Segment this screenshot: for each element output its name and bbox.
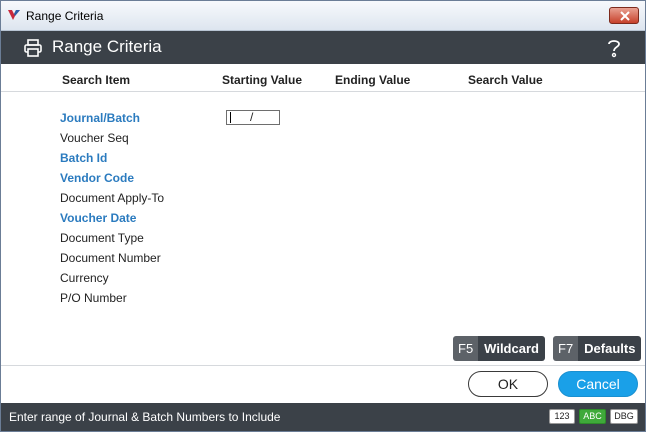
text-caret (230, 112, 231, 123)
page-title: Range Criteria (52, 37, 162, 56)
item-voucher-date[interactable]: Voucher Date (60, 211, 136, 225)
item-voucher-seq[interactable]: Voucher Seq (60, 131, 129, 145)
item-document-apply-to[interactable]: Document Apply-To (60, 191, 164, 205)
printer-icon[interactable] (23, 38, 43, 58)
item-vendor-code[interactable]: Vendor Code (60, 171, 134, 185)
status-message: Enter range of Journal & Batch Numbers t… (9, 410, 281, 424)
close-button[interactable] (609, 7, 639, 24)
footer-divider (1, 365, 645, 366)
alpha-mode-badge[interactable]: ABC (579, 409, 606, 424)
item-po-number[interactable]: P/O Number (60, 291, 127, 305)
journal-batch-start-value: / (250, 110, 254, 124)
app-logo-icon (8, 10, 20, 20)
item-document-number[interactable]: Document Number (60, 251, 161, 265)
column-header-search-value: Search Value (468, 73, 543, 87)
close-icon (620, 11, 630, 21)
numeric-mode-badge[interactable]: 123 (549, 409, 575, 424)
window-title: Range Criteria (26, 9, 104, 23)
range-criteria-window: Range Criteria Range Criteria Search Ite… (0, 0, 646, 432)
item-document-type[interactable]: Document Type (60, 231, 144, 245)
column-header-ending-value: Ending Value (335, 73, 411, 87)
wildcard-label: Wildcard (478, 336, 545, 361)
defaults-key: F7 (553, 336, 579, 361)
status-bar: Enter range of Journal & Batch Numbers t… (1, 403, 645, 431)
header-divider (1, 91, 645, 92)
defaults-button[interactable]: F7 Defaults (553, 336, 642, 361)
journal-batch-start-input[interactable]: / (226, 110, 280, 125)
item-currency[interactable]: Currency (60, 271, 109, 285)
wildcard-key: F5 (453, 336, 479, 361)
ok-button[interactable]: OK (468, 371, 548, 397)
column-header-starting-value: Starting Value (222, 73, 303, 87)
dialog-header: Range Criteria (1, 31, 645, 64)
item-batch-id[interactable]: Batch Id (60, 151, 107, 165)
defaults-label: Defaults (578, 336, 642, 361)
cancel-button[interactable]: Cancel (558, 371, 638, 397)
title-bar: Range Criteria (1, 1, 645, 31)
debug-mode-badge[interactable]: DBG (610, 409, 638, 424)
column-header-search-item: Search Item (62, 73, 131, 87)
item-journal-batch[interactable]: Journal/Batch (60, 111, 140, 125)
help-question-icon[interactable] (605, 37, 623, 59)
wildcard-button[interactable]: F5 Wildcard (453, 336, 545, 361)
